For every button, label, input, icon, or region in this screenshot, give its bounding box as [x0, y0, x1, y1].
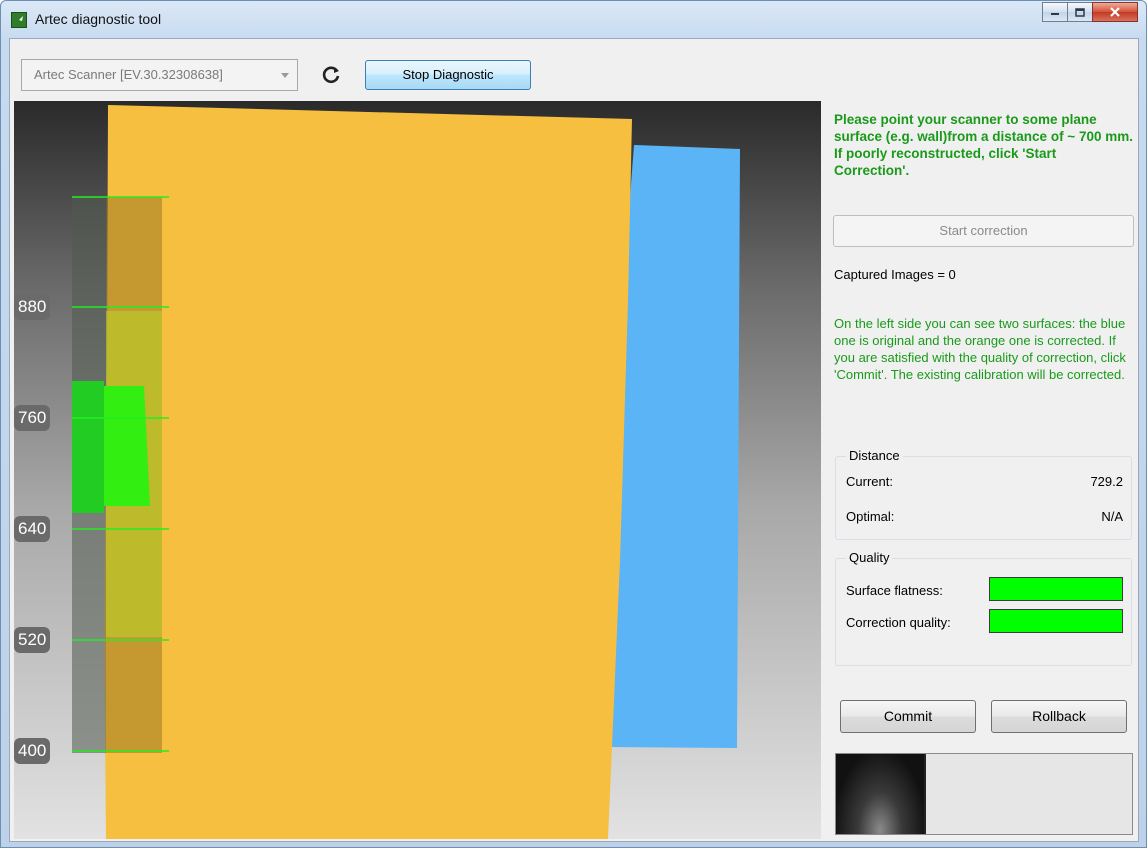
- viewport-canvas: [72, 105, 740, 839]
- scale-tick-label: 400: [14, 738, 51, 764]
- diagnostic-panel: Please point your scanner to some plane …: [825, 101, 1138, 839]
- correction-quality-label: Correction quality:: [846, 615, 951, 630]
- camera-preview: [835, 753, 1133, 835]
- title-bar[interactable]: Artec diagnostic tool: [1, 1, 1146, 37]
- minimize-button[interactable]: [1042, 2, 1068, 22]
- commit-button[interactable]: Commit: [840, 700, 976, 733]
- quality-group: Quality Surface flatness: Correction qua…: [835, 550, 1132, 666]
- corrected-surface: [104, 105, 632, 839]
- distance-current-row: Current: 729.2: [846, 474, 1123, 489]
- app-window: Artec diagnostic tool Artec Scanner [EV.…: [0, 0, 1147, 848]
- minimize-icon: [1051, 13, 1059, 15]
- instruction-text: Please point your scanner to some plane …: [834, 112, 1133, 178]
- surface-flatness-bar: [989, 577, 1123, 601]
- scanner-select-value: Artec Scanner [EV.30.32308638]: [34, 67, 223, 82]
- scale-tick-label: 640: [14, 516, 51, 542]
- app-logo-icon: [11, 12, 27, 28]
- correction-quality-bar: [989, 609, 1123, 633]
- distance-group: Distance Current: 729.2 Optimal: N/A: [835, 448, 1132, 540]
- window-controls: [1042, 2, 1138, 23]
- quality-group-title: Quality: [846, 550, 893, 565]
- distance-optimal-label: Optimal:: [846, 509, 895, 524]
- rollback-button[interactable]: Rollback: [991, 700, 1127, 733]
- close-button[interactable]: [1092, 2, 1138, 22]
- close-icon: [1110, 7, 1120, 17]
- distance-current-value: 729.2: [1090, 474, 1123, 489]
- current-indicator-dark: [72, 381, 104, 513]
- scanner-select[interactable]: Artec Scanner [EV.30.32308638]: [21, 59, 298, 91]
- distance-optimal-value: N/A: [1101, 509, 1123, 524]
- start-correction-button[interactable]: Start correction: [833, 215, 1134, 247]
- distance-optimal-row: Optimal: N/A: [846, 509, 1123, 524]
- scale-tick-label: 760: [14, 405, 51, 431]
- window-title: Artec diagnostic tool: [35, 11, 162, 27]
- stop-diagnostic-button[interactable]: Stop Diagnostic: [365, 60, 531, 90]
- captured-images-count: Captured Images = 0: [834, 267, 956, 282]
- maximize-icon: [1075, 7, 1085, 17]
- current-indicator: [104, 386, 150, 506]
- maximize-button[interactable]: [1067, 2, 1093, 22]
- distance-group-title: Distance: [846, 448, 903, 463]
- info-text: On the left side you can see two surface…: [834, 316, 1126, 382]
- chevron-down-icon: [281, 73, 289, 78]
- camera-preview-image: [836, 754, 924, 834]
- camera-preview-divider: [924, 754, 926, 834]
- scale-tick-label: 520: [14, 627, 51, 653]
- scale-tick-label: 880: [14, 294, 51, 320]
- refresh-icon[interactable]: [320, 63, 342, 85]
- distance-current-label: Current:: [846, 474, 893, 489]
- scan-viewport[interactable]: 880 760 640 520 400: [14, 101, 821, 839]
- surface-flatness-label: Surface flatness:: [846, 583, 943, 598]
- main-client-area: Artec Scanner [EV.30.32308638] Stop Diag…: [9, 38, 1139, 842]
